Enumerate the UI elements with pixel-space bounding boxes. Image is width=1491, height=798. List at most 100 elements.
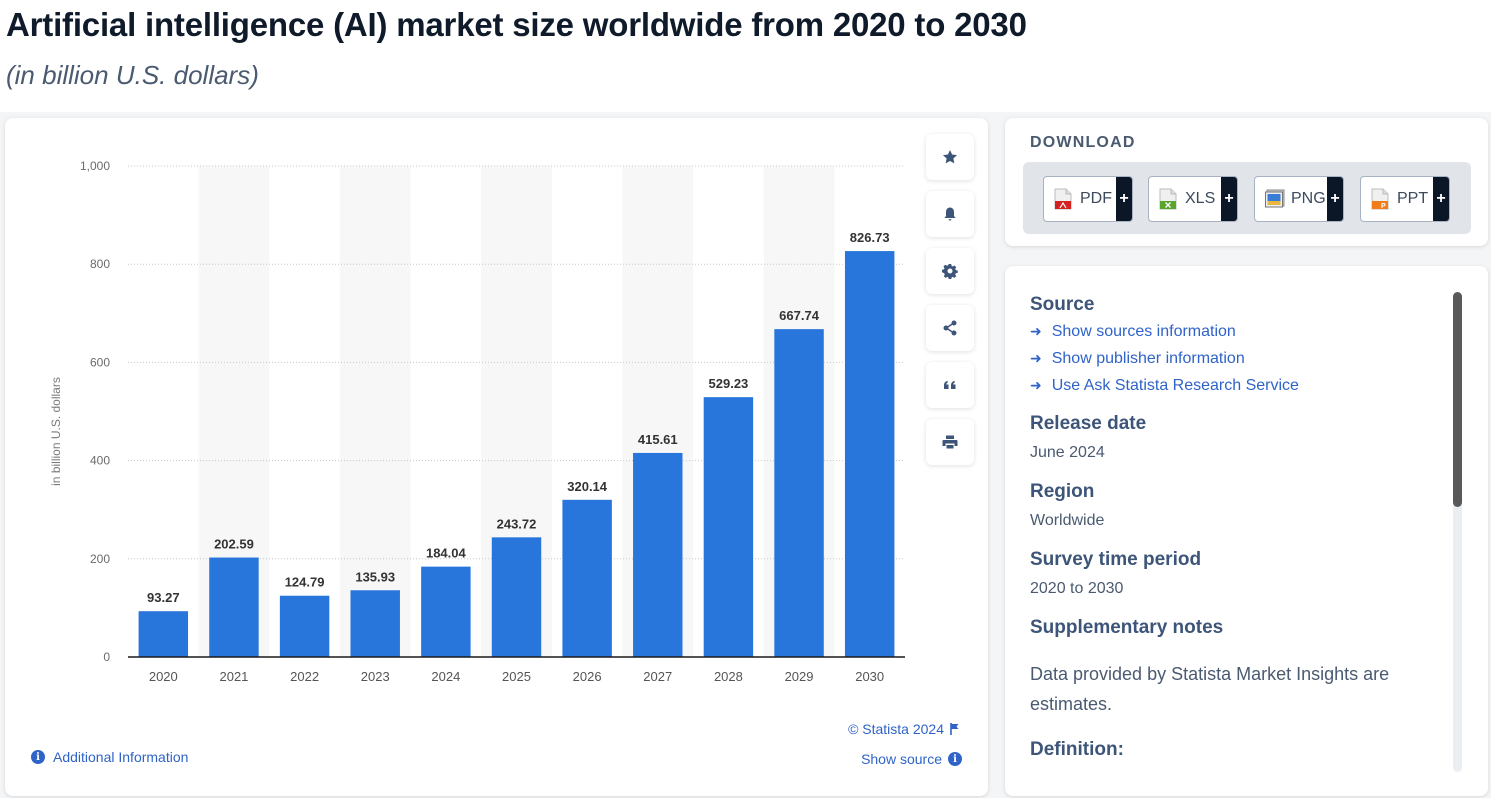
bar xyxy=(421,566,471,657)
bar xyxy=(703,397,754,657)
pdf-label: PDF xyxy=(1080,190,1112,207)
value-label: 93.27 xyxy=(147,590,180,605)
value-label: 667.74 xyxy=(779,308,820,323)
show-publisher-link[interactable]: ➜ Show publisher information xyxy=(1030,345,1440,372)
cite-button[interactable] xyxy=(926,362,974,408)
y-tick-label: 600 xyxy=(90,355,110,369)
bar xyxy=(350,590,400,657)
value-label: 415.61 xyxy=(638,432,678,447)
info-icon: i xyxy=(31,750,45,764)
download-tray: PDF + XLS + PNG + P PPT + xyxy=(1023,162,1471,234)
share-button[interactable] xyxy=(926,305,974,351)
star-icon xyxy=(943,150,957,164)
y-tick-label: 800 xyxy=(90,257,110,271)
y-tick-label: 1,000 xyxy=(80,159,110,173)
region-heading: Region xyxy=(1030,481,1095,502)
y-tick-label: 200 xyxy=(90,552,110,566)
download-xls-button[interactable]: XLS + xyxy=(1148,176,1238,222)
pdf-file-icon xyxy=(1054,188,1072,210)
details-scroll-area: Source ➜ Show sources information ➜ Show… xyxy=(1030,292,1440,796)
release-date-value: June 2024 xyxy=(1030,444,1105,461)
show-publisher-label: Show publisher information xyxy=(1051,350,1245,367)
value-label: 320.14 xyxy=(567,479,608,494)
x-tick-label: 2027 xyxy=(643,669,672,684)
download-png-button[interactable]: PNG + xyxy=(1254,176,1344,222)
survey-period-value: 2020 to 2030 xyxy=(1030,580,1124,597)
quote-icon xyxy=(944,381,956,389)
show-source-link[interactable]: Show source i xyxy=(861,751,962,767)
page-subtitle: (in billion U.S. dollars) xyxy=(6,60,259,90)
info-icon: i xyxy=(948,752,962,766)
show-source-label: Show source xyxy=(861,751,942,767)
png-label: PNG xyxy=(1291,190,1326,207)
x-tick-label: 2025 xyxy=(502,669,531,684)
x-tick-label: 2024 xyxy=(431,669,460,684)
chart-card: 0 200 400 600 800 1,000 93.27 202.59 124.79 135.… xyxy=(5,118,988,796)
x-tick-label: 2022 xyxy=(290,669,319,684)
value-label: 529.23 xyxy=(709,376,749,391)
copyright-link[interactable]: © Statista 2024 xyxy=(848,721,960,737)
download-panel: DOWNLOAD PDF + XLS + PNG + P PPT + xyxy=(1005,118,1488,246)
bar xyxy=(138,611,189,657)
copyright-text: © Statista 2024 xyxy=(848,721,944,737)
bar xyxy=(279,595,330,657)
png-image-icon xyxy=(1265,188,1285,210)
settings-button[interactable] xyxy=(926,248,974,294)
xls-file-icon xyxy=(1159,188,1177,210)
page-header: Artificial intelligence (AI) market size… xyxy=(0,0,1491,112)
bell-icon xyxy=(944,207,956,221)
x-tick-label: 2026 xyxy=(573,669,602,684)
flag-icon xyxy=(950,723,959,735)
xls-options-plus[interactable]: + xyxy=(1221,177,1237,221)
ppt-options-plus[interactable]: + xyxy=(1433,177,1449,221)
x-tick-label: 2030 xyxy=(855,669,884,684)
y-tick-label: 400 xyxy=(90,454,110,468)
bar xyxy=(633,452,683,657)
ppt-file-icon: P xyxy=(1371,188,1389,210)
supplementary-notes-heading: Supplementary notes xyxy=(1030,617,1224,638)
download-pdf-button[interactable]: PDF + xyxy=(1043,176,1133,222)
download-ppt-button[interactable]: P PPT + xyxy=(1360,176,1450,222)
png-options-plus[interactable]: + xyxy=(1327,177,1343,221)
source-heading: Source xyxy=(1030,294,1095,315)
y-tick-labels: 0 200 400 600 800 1,000 xyxy=(80,159,110,664)
bar xyxy=(844,251,895,658)
gear-icon xyxy=(942,264,958,279)
ask-statista-label: Use Ask Statista Research Service xyxy=(1051,377,1299,394)
share-icon xyxy=(943,320,957,336)
survey-period-heading: Survey time period xyxy=(1030,549,1202,570)
bar xyxy=(562,499,612,657)
print-button[interactable] xyxy=(926,419,974,465)
x-tick-label: 2029 xyxy=(785,669,814,684)
supplementary-notes-value: Data provided by Statista Market Insight… xyxy=(1030,664,1390,714)
scrollbar-track[interactable] xyxy=(1453,292,1462,772)
x-tick-labels: 2020 2021 2022 2023 2024 2025 2026 2027 2028 2029… xyxy=(149,669,884,684)
y-axis-label: in billion U.S. dollars xyxy=(49,377,63,486)
x-tick-label: 2023 xyxy=(361,669,390,684)
additional-information-label: Additional Information xyxy=(53,749,189,765)
svg-text:P: P xyxy=(1381,203,1386,210)
xls-label: XLS xyxy=(1185,190,1216,207)
value-label: 826.73 xyxy=(850,230,890,245)
value-label: 135.93 xyxy=(355,569,395,584)
value-label: 184.04 xyxy=(426,546,467,561)
ask-statista-link[interactable]: ➜ Use Ask Statista Research Service xyxy=(1030,372,1440,399)
value-label: 124.79 xyxy=(285,575,325,590)
region-value: Worldwide xyxy=(1030,512,1105,529)
pdf-options-plus[interactable]: + xyxy=(1116,177,1132,221)
bar xyxy=(774,329,824,657)
y-tick-label: 0 xyxy=(103,650,110,664)
download-title: DOWNLOAD xyxy=(1030,134,1136,151)
bar xyxy=(491,537,542,657)
notification-button[interactable] xyxy=(926,191,974,237)
release-date-heading: Release date xyxy=(1030,413,1147,434)
favorite-button[interactable] xyxy=(926,134,974,180)
statistic-details-panel: Source ➜ Show sources information ➜ Show… xyxy=(1005,266,1488,796)
definition-heading: Definition: xyxy=(1030,739,1124,760)
x-tick-label: 2020 xyxy=(149,669,178,684)
additional-information-link[interactable]: i Additional Information xyxy=(31,749,188,765)
arrow-right-icon: ➜ xyxy=(1030,377,1042,393)
show-sources-link[interactable]: ➜ Show sources information xyxy=(1030,318,1440,345)
page-title: Artificial intelligence (AI) market size… xyxy=(6,6,1027,43)
scrollbar-thumb[interactable] xyxy=(1453,292,1462,507)
